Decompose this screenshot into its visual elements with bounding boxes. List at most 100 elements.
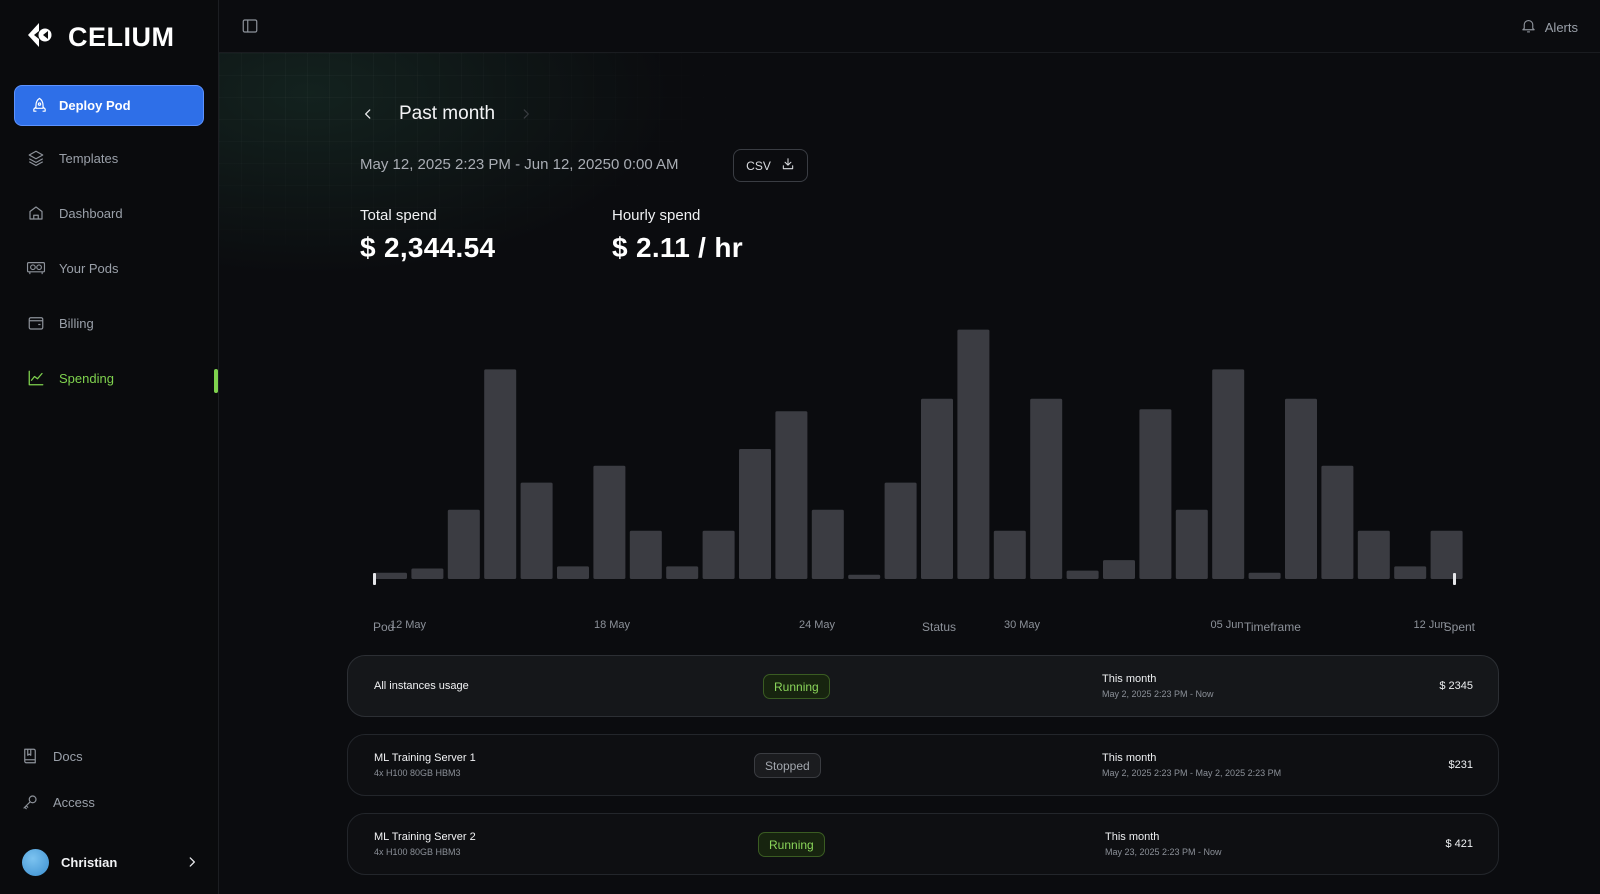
chart-bar[interactable] [375,572,407,579]
table-header: Pod Status Timeframe Spent [347,620,1475,640]
wallet-icon [26,313,46,333]
layers-icon [26,148,46,168]
status-badge: Stopped [754,753,821,778]
header-spent: Spent [1443,620,1475,634]
timeframe-label: This month [1102,752,1157,764]
spent-value: $231 [1448,759,1473,771]
chevron-right-icon [182,852,202,872]
sidebar-item-label: Your Pods [59,260,119,276]
chart-bar[interactable] [739,449,771,579]
header-pod: Pod [373,620,395,634]
chart-bar[interactable] [629,530,662,579]
chart-bar[interactable] [1430,530,1463,579]
table-row[interactable]: ML Training Server 1 4x H100 80GB HBM3 S… [347,734,1499,796]
sidebar-item-templates[interactable]: Templates [26,148,118,168]
pod-spec: 4x H100 80GB HBM3 [374,847,461,857]
chart-bar[interactable] [811,509,844,579]
chart-bar[interactable] [1285,398,1317,579]
hourly-spend-label: Hourly spend [612,207,701,224]
chart-bar[interactable] [957,329,990,579]
timeframe-range: May 23, 2025 2:23 PM - Now [1105,847,1222,857]
chart-bar[interactable] [1357,530,1390,579]
chart-bar[interactable] [1175,509,1208,579]
csv-download-button[interactable]: CSV [733,149,808,182]
chart-bar[interactable] [702,530,735,579]
chart-bar[interactable] [520,482,553,579]
chart-bar[interactable] [1139,409,1172,579]
alerts-button[interactable]: Alerts [1520,17,1578,37]
chart-bar[interactable] [447,509,480,579]
sidebar-item-access[interactable]: Access [20,792,95,812]
chart-bar[interactable] [848,574,881,579]
sidebar-item-label: Access [53,794,95,810]
spending-bar-chart: 12 May 18 May 24 May 30 May 05 Jun 12 Jun [373,329,1463,631]
chart-bar[interactable] [1103,560,1135,579]
period-title: Past month [399,103,496,124]
gpu-icon [26,258,46,278]
chart-bar[interactable] [666,566,699,579]
brand-name: CELIUM [68,22,175,52]
chart-bar[interactable] [1248,572,1281,579]
table-row[interactable]: All instances usage Running This month M… [347,655,1499,717]
user-menu[interactable]: Christian [22,848,202,876]
chevron-right-icon[interactable] [517,105,535,123]
status-badge: Running [763,674,830,699]
chart-bar[interactable] [775,411,808,579]
deploy-pod-button[interactable]: Deploy Pod [14,85,204,126]
alerts-label: Alerts [1544,19,1578,35]
chart-bar[interactable] [1066,570,1099,579]
status-badge: Running [758,832,825,857]
chart-bar[interactable] [1030,398,1063,579]
chart-bar[interactable] [884,482,917,579]
sidebar-item-label: Templates [59,150,119,166]
celium-logo-icon [26,22,54,53]
chart-bar[interactable] [557,566,589,579]
timeframe-range: May 2, 2025 2:23 PM - Now [1102,689,1214,699]
chart-bar[interactable] [593,465,626,579]
sidebar-item-spending[interactable]: Spending [26,368,114,388]
sidebar-item-docs[interactable]: Docs [20,746,83,766]
header-timeframe: Timeframe [1244,620,1301,634]
book-icon [20,746,40,766]
total-spend: Total spend $ 2,344.54 [360,207,495,264]
spent-value: $ 421 [1445,838,1473,850]
key-icon [20,792,40,812]
range-start-handle[interactable] [373,573,376,585]
period-selector: Past month [359,103,535,125]
download-icon [781,157,795,174]
sidebar-toggle-icon[interactable] [241,17,261,37]
sidebar-item-your-pods[interactable]: Your Pods [26,258,119,278]
header-status: Status [922,620,957,634]
date-range: May 12, 2025 2:23 PM - Jun 12, 20250 0:0… [360,156,679,173]
main-content: Past month May 12, 2025 2:23 PM - Jun 12… [219,53,1600,894]
chart-bar[interactable] [993,530,1026,579]
home-icon [26,203,46,223]
range-end-handle[interactable] [1453,573,1456,585]
brand-logo[interactable]: CELIUM [26,22,175,53]
spent-value: $ 2345 [1439,680,1473,692]
pod-name: ML Training Server 1 [374,752,476,764]
timeframe-label: This month [1105,831,1160,843]
sidebar: CELIUM Deploy Pod Templates Dashboard Yo… [0,0,219,894]
chart-bar[interactable] [1212,369,1245,579]
deploy-pod-label: Deploy Pod [59,98,131,113]
chart-bar[interactable] [484,369,517,579]
hourly-spend-value: $ 2.11 / hr [612,232,743,263]
sidebar-item-billing[interactable]: Billing [26,313,94,333]
pod-name: ML Training Server 2 [374,831,476,843]
timeframe-label: This month [1102,673,1157,685]
sidebar-item-dashboard[interactable]: Dashboard [26,203,123,223]
chart-bar[interactable] [411,568,444,580]
active-nav-indicator [214,369,218,393]
rocket-icon [29,96,49,116]
total-spend-label: Total spend [360,207,437,224]
sidebar-item-label: Dashboard [59,205,123,221]
chart-bar[interactable] [1321,465,1354,579]
table-row[interactable]: ML Training Server 2 4x H100 80GB HBM3 R… [347,813,1499,875]
user-name: Christian [61,854,118,870]
chart-bar[interactable] [921,398,953,579]
chart-bar[interactable] [1394,566,1427,579]
sidebar-item-label: Spending [59,370,114,386]
chevron-left-icon[interactable] [359,105,377,123]
sidebar-item-label: Docs [53,748,83,764]
